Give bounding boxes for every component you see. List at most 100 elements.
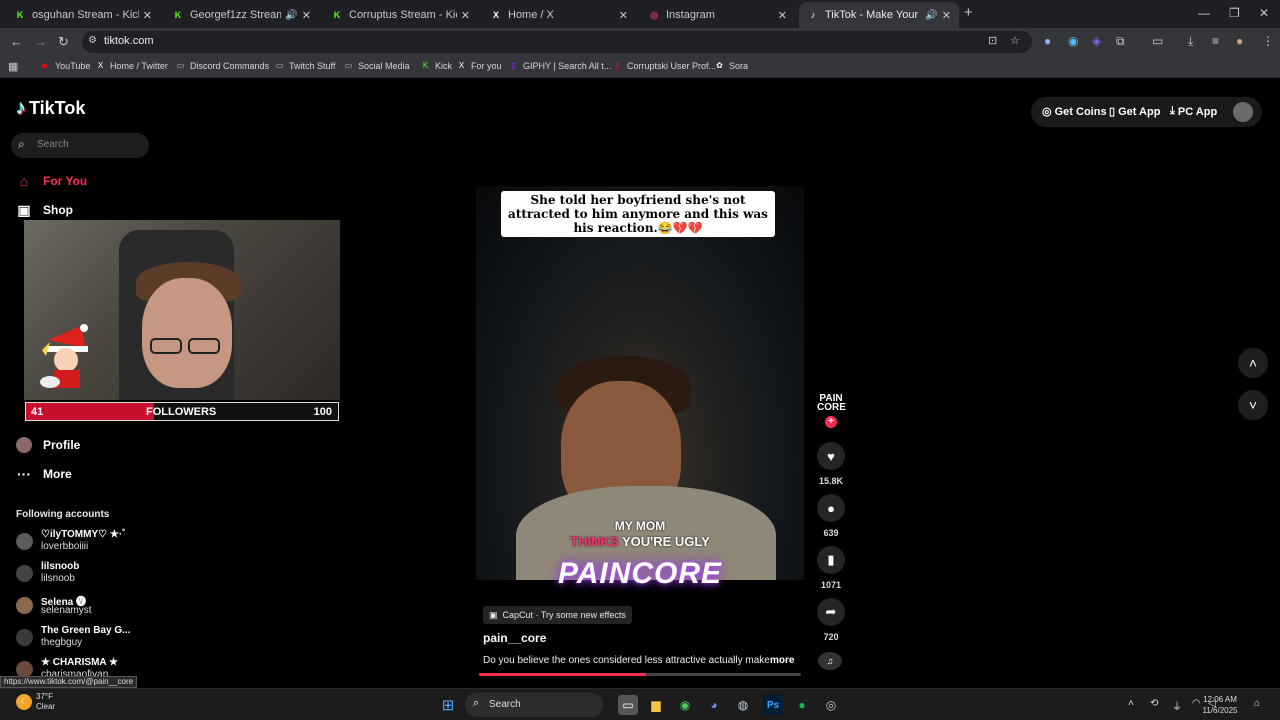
following-account[interactable]: lilsnoob lilsnoob <box>16 561 146 589</box>
bookmark-4[interactable]: ▭ Social Media <box>343 60 410 71</box>
notifications-icon[interactable]: ⌂ <box>1254 698 1260 709</box>
tab-favicon-icon: K <box>174 10 182 20</box>
tab-bar: Kosguhan Stream - Kick Dashbo ✕ K Georgef1z… <box>0 0 1280 28</box>
pc-app-button[interactable]: ⤓ PC App <box>1170 105 1217 118</box>
bookmark-6[interactable]: X For you <box>456 60 502 71</box>
restore-icon[interactable]: ❐ <box>1229 6 1240 20</box>
video-progress-bar[interactable] <box>479 673 801 676</box>
nav-for-you[interactable]: ⌂ For You <box>16 173 87 189</box>
bookmark-9[interactable]: ✿ Sora <box>714 60 748 71</box>
discord-icon[interactable]: ◕ <box>704 695 724 715</box>
file-explorer-icon[interactable]: ▆ <box>646 695 666 715</box>
following-account[interactable]: ♡ilyTOMMY♡ ★·˚ loverbboiiii <box>16 529 146 557</box>
close-tab-icon[interactable]: ✕ <box>619 9 628 22</box>
tab-4[interactable]: ◎ Instagram ✕ <box>640 2 795 28</box>
extension-icon[interactable]: ◈ <box>1092 34 1101 48</box>
close-window-icon[interactable]: ✕ <box>1259 6 1269 20</box>
get-coins-button[interactable]: ◎ Get Coins <box>1042 105 1107 119</box>
following-account[interactable]: Selena 🅥selenamyst <box>16 593 146 621</box>
video-author[interactable]: pain__core <box>483 631 546 645</box>
install-icon[interactable]: ⊡ <box>988 34 997 47</box>
minimize-icon[interactable]: — <box>1198 6 1210 20</box>
close-tab-icon[interactable]: ✕ <box>778 9 787 22</box>
bookmark-star-icon[interactable]: ☆ <box>1010 34 1020 47</box>
chrome-icon[interactable]: ◉ <box>675 695 695 715</box>
like-button[interactable]: ♥ <box>817 442 845 470</box>
speaker-icon[interactable]: 🔊 <box>925 10 937 21</box>
tiktok-logo[interactable]: ♪ TikTok <box>16 97 85 120</box>
weather-widget[interactable]: ☾ 37°F Clear <box>16 692 55 712</box>
comment-button[interactable]: ● <box>817 494 845 522</box>
following-account[interactable]: The Green Bay G... thegbguy <box>16 625 146 653</box>
follow-plus-icon[interactable]: + <box>825 416 837 428</box>
bookmark-1[interactable]: X Home / Twitter <box>95 60 168 71</box>
tiktok-note-icon: ♪ <box>16 97 26 119</box>
menu-kebab-icon[interactable]: ⋮ <box>1262 34 1274 48</box>
forward-icon[interactable]: → <box>34 34 47 49</box>
coin-icon: ◎ <box>1042 106 1052 118</box>
bookmark-label: Twitch Stuff <box>289 60 336 71</box>
previous-video-button[interactable]: ˄ <box>1238 348 1268 378</box>
bookmark-2[interactable]: ▭ Discord Commands <box>175 60 269 71</box>
site-info-icon[interactable]: ⚙ <box>88 35 97 46</box>
back-icon[interactable]: ← <box>10 34 23 49</box>
save-button[interactable]: ▮ <box>817 546 845 574</box>
profile-avatar-icon[interactable]: ● <box>1236 34 1243 48</box>
extension-icon[interactable]: ◉ <box>1068 34 1078 48</box>
task-view-icon[interactable]: ▭ <box>618 695 638 715</box>
music-disc-icon[interactable]: ♫ <box>818 652 842 670</box>
bookmark-3[interactable]: ▭ Twitch Stuff <box>274 60 336 71</box>
tab-5[interactable]: ♪ TikTok - Make Your Day 🔊 ✕ <box>799 2 959 28</box>
taskbar-search[interactable]: ⌕ Search <box>465 693 603 717</box>
home-icon: ⌂ <box>19 173 29 189</box>
avatar[interactable] <box>1233 102 1253 122</box>
spotify-icon[interactable]: ● <box>792 695 812 715</box>
new-tab-button[interactable]: + <box>964 4 973 21</box>
tab-0[interactable]: Kosguhan Stream - Kick Dashbo ✕ <box>6 2 160 28</box>
download-icon[interactable]: ⤓ <box>1188 34 1193 49</box>
extension-icon[interactable]: ● <box>1044 34 1051 48</box>
tab-3[interactable]: X Home / X ✕ <box>482 2 636 28</box>
get-app-button[interactable]: ▯ Get App <box>1109 105 1160 119</box>
tab-2[interactable]: K Corruptus Stream - Kick Dashb ✕ <box>323 2 478 28</box>
navigation-bar: ← → ↻ ⚙ tiktok.com ⊡ ☆ ● ◉ ◈ ⧉ ▭ ⤓ ≡ ● ⋮ <box>0 28 1280 56</box>
nav-profile[interactable]: Profile <box>16 437 80 453</box>
nav-shop[interactable]: ▣ Shop <box>16 202 73 218</box>
account-handle: lilsnoob <box>41 573 75 584</box>
account-handle: loverbboiiii <box>41 541 89 552</box>
tab-1[interactable]: K Georgef1zz Stream - Watch🔊 ✕ <box>164 2 319 28</box>
share-button[interactable]: ➦ <box>817 598 845 626</box>
creator-avatar[interactable]: PAIN CORE <box>817 391 846 419</box>
obs-icon[interactable]: ◎ <box>821 695 841 715</box>
bookmark-5[interactable]: K Kick <box>420 60 452 71</box>
extensions-puzzle-icon[interactable]: ⧉ <box>1116 34 1125 49</box>
steam-icon[interactable]: ◍ <box>733 695 753 715</box>
microphone-icon[interactable]: ⏚ <box>1172 698 1182 713</box>
windows-start-icon[interactable]: ⊞ <box>438 695 458 715</box>
next-video-button[interactable]: ˅ <box>1238 390 1268 420</box>
effect-tag[interactable]: ▣ CapCut · Try some new effects <box>483 606 632 624</box>
clock[interactable]: 12:06 AM 11/6/2025 <box>1198 694 1242 716</box>
more-link[interactable]: more <box>770 655 794 666</box>
bookmark-8[interactable]: ƒ Corruptski User Prof... <box>612 60 716 71</box>
search-input[interactable]: ⌕ Search <box>11 133 149 158</box>
close-tab-icon[interactable]: ✕ <box>302 9 311 22</box>
bookmark-0[interactable]: ▶ YouTube <box>40 60 90 71</box>
speaker-icon[interactable]: 🔊 <box>285 10 297 21</box>
bookmark-7[interactable]: ▯ GIPHY | Search All t... <box>508 60 611 71</box>
chevron-up-icon: ˄ <box>1248 355 1258 371</box>
reload-icon[interactable]: ↻ <box>58 34 69 50</box>
close-tab-icon[interactable]: ✕ <box>461 9 470 22</box>
apps-grid-icon[interactable]: ▦ <box>8 60 18 73</box>
close-tab-icon[interactable]: ✕ <box>942 9 951 22</box>
photoshop-icon[interactable]: Ps <box>763 695 783 715</box>
sidebar-icon[interactable]: ▭ <box>1152 34 1163 48</box>
tray-overflow-icon[interactable]: ˄ <box>1128 698 1134 709</box>
tab-title: Georgef1zz Stream - Watch <box>190 9 282 21</box>
address-bar[interactable]: ⚙ tiktok.com ⊡ ☆ <box>82 31 1032 53</box>
tray-app-icon[interactable]: ⟲ <box>1150 698 1158 709</box>
media-control-icon[interactable]: ≡ <box>1212 34 1219 48</box>
nav-label: Shop <box>43 203 73 217</box>
close-tab-icon[interactable]: ✕ <box>143 9 152 22</box>
nav-more[interactable]: ··· More <box>16 466 72 482</box>
